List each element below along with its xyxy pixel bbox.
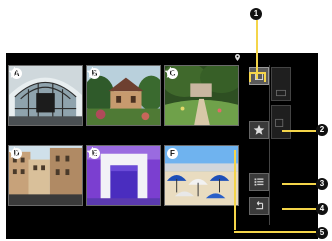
- callout-line-1: [256, 20, 258, 79]
- favorite-star-icon[interactable]: [165, 67, 176, 78]
- back-button[interactable]: [249, 197, 269, 215]
- view-mode-icon: [276, 89, 286, 97]
- gallery-screen: A B C D E F: [6, 53, 318, 239]
- toolbar-divider: [269, 65, 270, 225]
- thumbnail-a[interactable]: A: [8, 65, 83, 126]
- thumbnail-f[interactable]: F: [164, 145, 239, 206]
- callout-line-4: [282, 208, 316, 210]
- select-all-button[interactable]: [249, 67, 269, 85]
- callout-4: 4: [316, 203, 328, 215]
- back-arrow-icon: [256, 201, 264, 210]
- thumbnail-label: F: [167, 148, 178, 159]
- callout-line-1-bracket-left: [249, 72, 251, 82]
- thumbnail-e[interactable]: E: [86, 145, 161, 206]
- side-toolbar: [249, 65, 317, 225]
- toolbar-panel: [271, 67, 291, 101]
- list-icon: [254, 178, 264, 186]
- callout-line-2: [282, 130, 316, 132]
- callout-line-3: [282, 183, 316, 185]
- callout-1: 1: [250, 8, 262, 20]
- star-icon: [253, 124, 265, 135]
- status-bar: [6, 53, 318, 63]
- thumbnail-c[interactable]: C: [164, 65, 239, 126]
- favorite-star-icon[interactable]: [87, 147, 98, 158]
- callout-5: 5: [316, 227, 328, 239]
- thumbnail-d[interactable]: D: [8, 145, 83, 206]
- favorite-star-icon[interactable]: [9, 67, 20, 78]
- page-icon: [275, 118, 284, 127]
- location-pin-icon: [235, 54, 240, 61]
- callout-line-1-bracket-right: [264, 72, 266, 82]
- thumbnail-b[interactable]: B: [86, 65, 161, 126]
- callout-3: 3: [316, 178, 328, 190]
- callout-line-5: [234, 150, 236, 230]
- callout-line-1-bracket: [249, 72, 265, 74]
- callout-2: 2: [316, 124, 328, 136]
- favorite-button[interactable]: [249, 121, 269, 139]
- favorite-star-icon[interactable]: [87, 67, 98, 78]
- favorite-star-icon[interactable]: [9, 147, 20, 158]
- toolbar-panel: [271, 105, 291, 139]
- callout-line-5-horizontal: [234, 231, 316, 233]
- list-view-button[interactable]: [249, 173, 269, 191]
